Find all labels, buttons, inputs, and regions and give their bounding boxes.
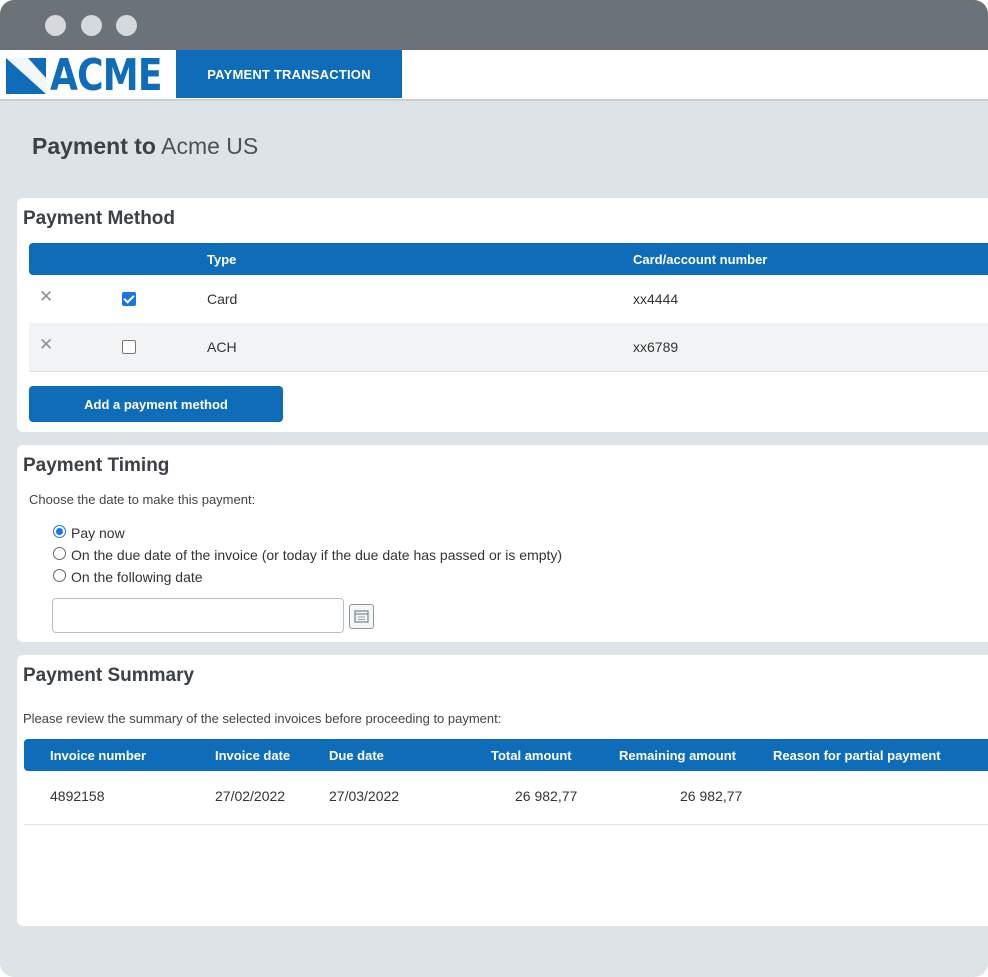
payment-method-type: ACH — [207, 339, 237, 355]
payment-method-type: Card — [207, 291, 238, 307]
acme-logo[interactable]: ACME — [6, 50, 186, 101]
page-title: Payment to Acme US — [32, 133, 258, 160]
remaining-amount: 26 982,77 — [680, 788, 743, 804]
table-row[interactable]: 4892158 27/02/2022 27/03/2022 26 982,77 … — [24, 771, 988, 823]
payment-method-checkbox[interactable] — [122, 292, 136, 306]
column-header-invoice-date: Invoice date — [215, 748, 291, 763]
payment-timing-title: Payment Timing — [23, 455, 170, 476]
payment-method-card: Payment Method Type Card/account number … — [17, 198, 988, 432]
payment-timing-card: Payment Timing Choose the date to make t… — [17, 445, 988, 642]
payment-method-row[interactable]: ✕ ACH xx6789 — [29, 323, 988, 371]
logo-text: ACME — [50, 50, 162, 101]
radio-button[interactable] — [53, 524, 66, 538]
payment-summary-card: Payment Summary Please review the summar… — [17, 655, 988, 926]
radio-button[interactable] — [53, 546, 66, 560]
window-minimize-dot[interactable] — [81, 15, 102, 36]
add-payment-method-button[interactable]: Add a payment method — [29, 386, 283, 422]
payment-method-row[interactable]: ✕ Card xx4444 — [29, 275, 988, 323]
window-maximize-dot[interactable] — [116, 15, 137, 36]
column-header-due-date: Due date — [329, 748, 384, 763]
payment-method-table-header: Type Card/account number — [29, 243, 988, 275]
payment-method-title: Payment Method — [23, 208, 176, 229]
payment-date-input[interactable] — [52, 598, 344, 633]
browser-window: ACME PAYMENT TRANSACTION Payment to Acme… — [0, 0, 988, 977]
page-title-payee: Acme US — [161, 133, 259, 159]
radio-option-due-date[interactable]: On the due date of the invoice (or today… — [53, 546, 563, 563]
row-divider — [24, 824, 988, 825]
payment-method-number: xx4444 — [633, 291, 679, 307]
column-header-reason-partial-payment: Reason for partial payment — [773, 748, 941, 763]
row-divider — [29, 371, 988, 372]
due-date: 27/03/2022 — [329, 788, 400, 804]
tab-payment-transaction[interactable]: PAYMENT TRANSACTION — [176, 50, 402, 98]
invoice-date: 27/02/2022 — [215, 788, 286, 804]
column-header-type: Type — [207, 252, 237, 267]
page-title-prefix: Payment to — [32, 133, 156, 159]
payment-summary-table-header: Invoice number Invoice date Due date Tot… — [24, 739, 988, 771]
radio-option-pay-now[interactable]: Pay now — [53, 524, 125, 541]
calendar-icon[interactable] — [349, 604, 374, 629]
radio-label: Pay now — [71, 525, 125, 541]
payment-method-number: xx6789 — [633, 339, 679, 355]
acme-logo-mark-icon — [6, 58, 46, 94]
column-header-card-account-number: Card/account number — [633, 252, 768, 267]
radio-option-following-date[interactable]: On the following date — [53, 568, 203, 585]
window-titlebar — [0, 0, 988, 50]
payment-method-checkbox[interactable] — [122, 340, 136, 354]
total-amount: 26 982,77 — [515, 788, 578, 804]
column-header-remaining-amount: Remaining amount — [619, 748, 737, 763]
close-icon[interactable]: ✕ — [39, 287, 53, 307]
window-close-dot[interactable] — [45, 15, 66, 36]
radio-label: On the following date — [71, 569, 203, 585]
column-header-invoice-number: Invoice number — [50, 748, 147, 763]
radio-label: On the due date of the invoice (or today… — [71, 547, 563, 563]
invoice-number: 4892158 — [50, 788, 105, 804]
payment-timing-prompt: Choose the date to make this payment: — [29, 492, 256, 507]
radio-button[interactable] — [53, 568, 66, 582]
payment-summary-prompt: Please review the summary of the selecte… — [23, 711, 502, 726]
close-icon[interactable]: ✕ — [39, 335, 53, 355]
column-header-total-amount: Total amount — [491, 748, 572, 763]
payment-summary-title: Payment Summary — [23, 665, 195, 686]
